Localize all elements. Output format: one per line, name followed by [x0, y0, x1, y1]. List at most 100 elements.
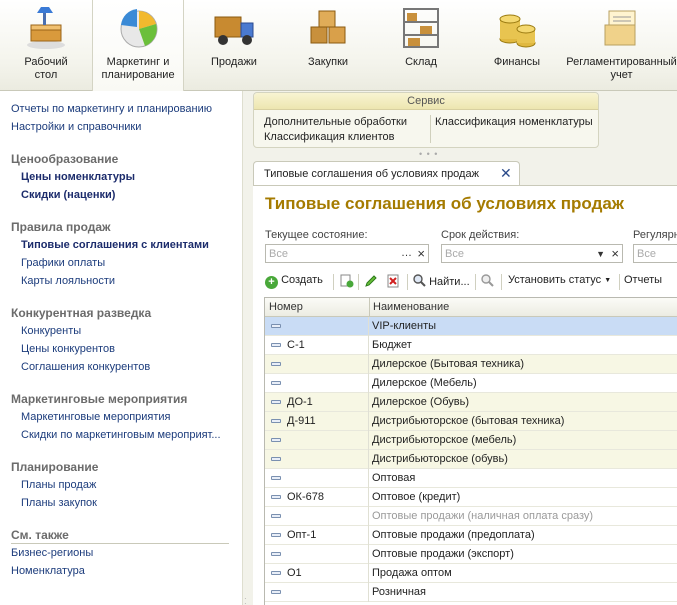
resize-grip[interactable]: • • • [419, 149, 438, 159]
cell-number-text: ОК-678 [287, 491, 324, 503]
nav-item-competitor-agreements[interactable]: Соглашения конкурентов [21, 361, 150, 373]
service-item-client-classification[interactable]: Классификация клиентов [264, 130, 414, 145]
create-button[interactable]: + Создать [265, 274, 323, 289]
nav-item-loyalty-cards[interactable]: Карты лояльности [21, 275, 115, 287]
table-header: Номер Наименование [265, 298, 677, 317]
reports-button[interactable]: Отчеты [624, 274, 662, 286]
section-purchases[interactable]: Закупки [282, 0, 374, 90]
table-row[interactable]: О1 Продажа оптом [265, 564, 677, 583]
agreements-table[interactable]: Номер Наименование VIP-клиенты С-1 Бюджет Д… [264, 297, 677, 605]
warehouse-shelves-icon [403, 8, 439, 48]
cell-number: Д-911 [265, 412, 369, 431]
table-row[interactable]: Дилерское (Бытовая техника) [265, 355, 677, 374]
cell-number [265, 545, 369, 564]
delete-icon [387, 274, 399, 288]
table-row[interactable]: ДО-1 Дилерское (Обувь) [265, 393, 677, 412]
nav-link-settings[interactable]: Настройки и справочники [11, 121, 141, 133]
find-button[interactable]: Найти... [413, 274, 470, 288]
nav-item-competitors[interactable]: Конкуренты [21, 325, 81, 337]
divider [501, 274, 502, 290]
nav-group-pricing: Ценообразование [11, 152, 119, 166]
boxes-icon [310, 10, 346, 44]
main-area: Сервис Дополнительные обработки Классифи… [249, 91, 677, 605]
section-label: Склад [405, 56, 437, 68]
table-row[interactable]: Дилерское (Мебель) [265, 374, 677, 393]
sections-panel: Рабочий стол Маркетинг и планирование Пр… [0, 0, 677, 91]
filter-state-input[interactable]: Все … × [265, 244, 429, 263]
cancel-search-button[interactable] [481, 274, 495, 288]
section-label: Регламентированный учет [566, 56, 677, 81]
section-regulated-accounting[interactable]: Регламентированный учет [566, 0, 677, 90]
column-header-name[interactable]: Наименование [373, 301, 449, 313]
close-icon[interactable]: ✕ [500, 165, 514, 181]
nav-item-competitor-prices[interactable]: Цены конкурентов [21, 343, 115, 355]
table-row[interactable]: Оптовые продажи (наличная оплата сразу) [265, 507, 677, 526]
table-row[interactable]: Опт-1 Оптовые продажи (предоплата) [265, 526, 677, 545]
cancel-search-icon [481, 274, 494, 287]
cell-name: Дистрибьюторское (обувь) [372, 453, 508, 465]
section-label: Продажи [211, 56, 257, 68]
nav-item-item-prices[interactable]: Цены номенклатуры [21, 171, 135, 183]
desk-icon [27, 7, 65, 49]
agreement-status-icon [271, 571, 281, 575]
pie-chart-icon [120, 9, 158, 48]
nav-link-business-regions[interactable]: Бизнес-регионы [11, 547, 93, 559]
nav-item-standard-agreements[interactable]: Типовые соглашения с клиентами [21, 239, 209, 251]
agreement-status-icon [271, 552, 281, 556]
filter-validity-select[interactable]: Все ▼ × [441, 244, 623, 263]
nav-link-marketing-reports[interactable]: Отчеты по маркетингу и планированию [11, 103, 212, 115]
cell-name: Дилерское (Обувь) [372, 396, 469, 408]
clear-icon[interactable]: × [611, 247, 619, 260]
table-row[interactable]: Розничная [265, 583, 677, 602]
table-row[interactable]: VIP-клиенты [265, 317, 677, 336]
filter-regular-select[interactable]: Все [633, 244, 677, 263]
nav-item-discounts[interactable]: Скидки (наценки) [21, 189, 115, 201]
edit-button[interactable] [364, 274, 378, 289]
delete-button[interactable] [386, 274, 400, 289]
ellipsis-icon[interactable]: … [401, 247, 412, 260]
nav-item-sales-plans[interactable]: Планы продаж [21, 479, 96, 491]
cell-name: Дилерское (Бытовая техника) [372, 358, 524, 370]
navigation-panel: Отчеты по маркетингу и планированию Наст… [0, 91, 242, 605]
service-panel: Сервис Дополнительные обработки Классифи… [253, 92, 599, 148]
section-marketing[interactable]: Маркетинг и планирование [92, 0, 184, 91]
service-item-item-classification[interactable]: Классификация номенклатуры [435, 115, 600, 130]
command-bar: + Создать Найти... Установить статус ▼ О… [265, 272, 677, 292]
clear-icon[interactable]: × [417, 247, 425, 260]
table-row[interactable]: Дистрибьюторское (мебель) [265, 431, 677, 450]
table-row[interactable]: Оптовые продажи (экспорт) [265, 545, 677, 564]
table-row[interactable]: Д-911 Дистрибьюторское (бытовая техника) [265, 412, 677, 431]
nav-item-purchase-plans[interactable]: Планы закупок [21, 497, 97, 509]
chevron-down-icon[interactable]: ▼ [596, 248, 605, 261]
section-warehouse[interactable]: Склад [374, 0, 468, 90]
agreement-status-icon [271, 400, 281, 404]
nav-link-nomenclature[interactable]: Номенклатура [11, 565, 85, 577]
nav-item-marketing-events[interactable]: Маркетинговые мероприятия [21, 411, 171, 423]
column-header-number[interactable]: Номер [269, 301, 303, 313]
table-row[interactable]: Дистрибьюторское (обувь) [265, 450, 677, 469]
set-status-button[interactable]: Установить статус ▼ [508, 274, 611, 286]
nav-item-payment-schedules[interactable]: Графики оплаты [21, 257, 105, 269]
service-item-additional-processing[interactable]: Дополнительные обработки [264, 115, 414, 130]
nav-group-sales-rules: Правила продаж [11, 220, 111, 234]
table-row[interactable]: Оптовая [265, 469, 677, 488]
agreement-status-icon [271, 533, 281, 537]
panel-splitter[interactable]: ··· [242, 91, 249, 605]
tab-standard-agreements[interactable]: Типовые соглашения об условиях продаж ✕ [253, 161, 520, 186]
section-desktop[interactable]: Рабочий стол [0, 0, 92, 90]
cell-name: Розничная [372, 586, 426, 598]
section-sales[interactable]: Продажи [186, 0, 282, 90]
section-finance[interactable]: Финансы [468, 0, 566, 90]
table-row[interactable]: С-1 Бюджет [265, 336, 677, 355]
agreement-status-icon [271, 362, 281, 366]
chevron-down-icon: ▼ [604, 277, 612, 284]
nav-item-event-discounts[interactable]: Скидки по маркетинговым мероприят... [21, 429, 221, 441]
table-row[interactable]: ОК-678 Оптовое (кредит) [265, 488, 677, 507]
agreement-status-icon [271, 343, 281, 347]
cell-name: Оптовые продажи (предоплата) [372, 529, 535, 541]
copy-button[interactable] [340, 274, 354, 289]
cell-name: Бюджет [372, 339, 412, 351]
nav-group-see-also: См. также [11, 528, 69, 542]
divider [475, 274, 476, 290]
agreement-status-icon [271, 438, 281, 442]
